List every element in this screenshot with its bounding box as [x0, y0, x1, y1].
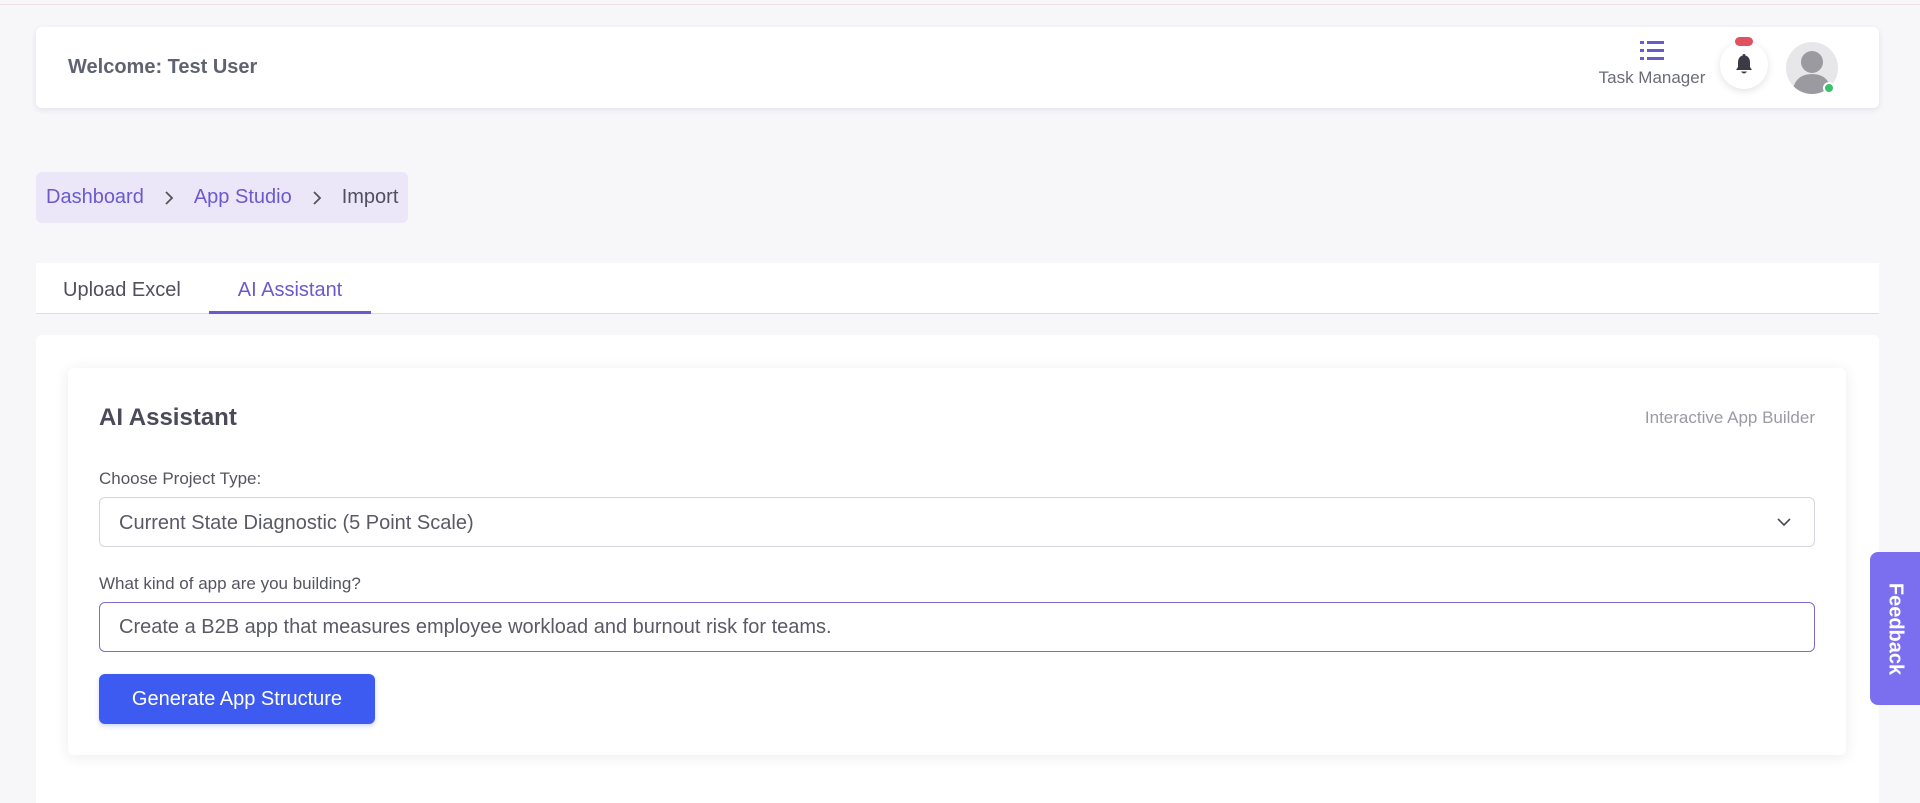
- top-border: [0, 0, 1920, 5]
- notification-badge: [1735, 37, 1753, 46]
- notifications-button[interactable]: [1720, 37, 1768, 89]
- generate-app-structure-button[interactable]: Generate App Structure: [99, 674, 375, 724]
- card-subtitle: Interactive App Builder: [1644, 408, 1815, 427]
- bell-icon: [1736, 54, 1752, 74]
- project-type-value: Current State Diagnostic (5 Point Scale): [119, 512, 474, 534]
- breadcrumb-import: Import: [341, 186, 399, 208]
- welcome-text: Welcome: Test User: [68, 56, 258, 78]
- chevron-down-icon: [1777, 518, 1791, 527]
- ai-assistant-card: AI Assistant Interactive App Builder Cho…: [68, 368, 1846, 755]
- tabs-bar: Upload Excel AI Assistant: [36, 263, 1879, 314]
- feedback-tab[interactable]: Feedback: [1870, 552, 1920, 705]
- breadcrumb-dashboard[interactable]: Dashboard: [46, 186, 144, 209]
- project-type-select[interactable]: Current State Diagnostic (5 Point Scale): [99, 497, 1815, 547]
- top-header: Welcome: Test User Task Manager: [36, 27, 1879, 108]
- online-status-dot: [1823, 82, 1835, 94]
- app-description-input[interactable]: [99, 602, 1815, 652]
- tab-ai-assistant[interactable]: AI Assistant: [209, 263, 371, 314]
- tab-upload-excel[interactable]: Upload Excel: [63, 263, 181, 314]
- project-type-label: Choose Project Type:: [99, 469, 262, 488]
- app-description-label: What kind of app are you building?: [99, 574, 361, 593]
- breadcrumb: Dashboard App Studio Import: [36, 172, 409, 223]
- list-icon: [1640, 41, 1664, 60]
- chevron-right-icon: [164, 190, 174, 206]
- breadcrumb-app-studio[interactable]: App Studio: [194, 186, 292, 209]
- card-title: AI Assistant: [99, 404, 237, 431]
- task-manager-label: Task Manager: [1598, 68, 1706, 87]
- task-manager-button[interactable]: Task Manager: [1592, 39, 1712, 88]
- feedback-label: Feedback: [1884, 582, 1907, 675]
- chevron-right-icon: [312, 190, 322, 206]
